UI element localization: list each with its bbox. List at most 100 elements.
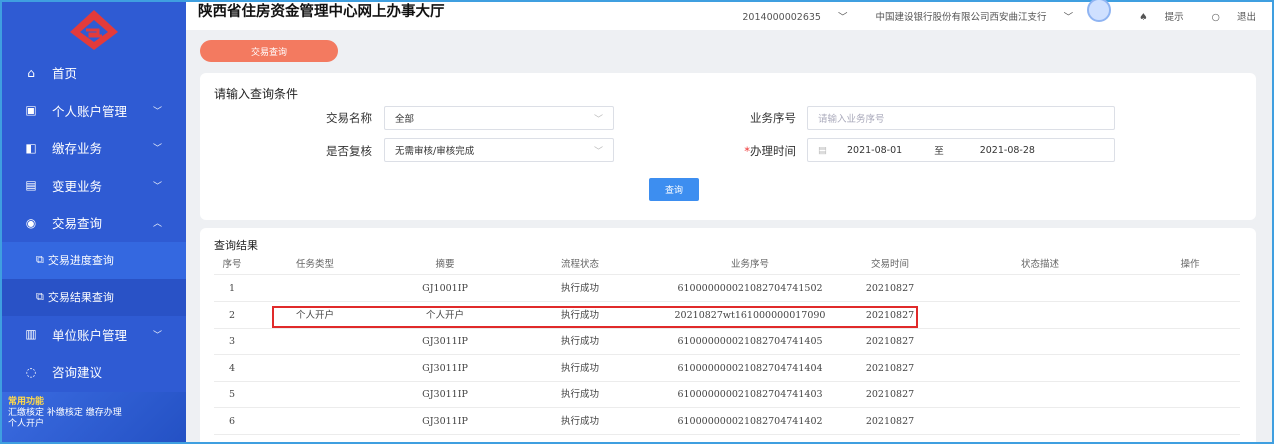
table-cell [260, 382, 370, 408]
menu-item-consult[interactable]: ◌ 咨询建议 [2, 353, 186, 391]
date-label-text: 办理时间 [750, 144, 796, 158]
header: 陕西省住房资金管理中心网上办事大厅 2014000002635 ﹀ 中国建设银行… [186, 0, 1272, 30]
chevron-down-icon: ﹀ [593, 114, 603, 125]
bell-icon: ♠ [1139, 12, 1148, 23]
table-cell: 执行成功 [560, 389, 599, 400]
query-panel: 请输入查询条件 交易名称 全部 ﹀ 是否复核 无需审核/审核完成 ﹀ 业务序号 … [200, 73, 1256, 220]
date-separator: 至 [934, 146, 944, 157]
table-cell: 执行成功 [560, 362, 599, 374]
table-cell: 610000000021082704741403 [677, 389, 823, 400]
date-to[interactable]: 2021-08-28 [980, 145, 1035, 156]
table-cell [1160, 303, 1220, 329]
account-dropdown[interactable]: 2014000002635 ﹀ [728, 9, 847, 23]
table-cell [1160, 356, 1220, 382]
menu-item-unit-account[interactable]: ▥ 单位账户管理 ﹀ [2, 316, 186, 354]
chevron-down-icon: ﹀ [1063, 12, 1074, 23]
table-cell: 1 [228, 283, 236, 294]
table-cell [260, 409, 370, 435]
results-panel: 查询结果 序号 任务类型 摘要 流程状态 业务序号 交易时间 状态描述 操作 1… [200, 228, 1256, 442]
table-cell: 20210827 [865, 362, 915, 374]
header-divider [214, 274, 1240, 275]
common-link-open-account[interactable]: 个人开户 [8, 419, 180, 430]
logout-label: 退出 [1236, 12, 1256, 23]
chevron-down-icon: ﹀ [152, 106, 162, 117]
chat-icon: ◌ [25, 364, 37, 379]
search-icon: ◉ [25, 215, 37, 230]
serial-input[interactable]: 请输入业务序号 [807, 106, 1115, 130]
calendar-icon: ▤ [818, 144, 827, 156]
table-cell: 610000000021082704741502 [677, 283, 823, 294]
table-cell: 20210827 [865, 415, 915, 427]
menu-label: 交易查询 [52, 216, 103, 232]
date-from[interactable]: 2021-08-01 [847, 145, 902, 156]
menu-label: 变更业务 [52, 178, 103, 194]
serial-placeholder: 请输入业务序号 [818, 114, 885, 125]
bank-dropdown[interactable]: 中国建设银行股份有限公司西安曲江支行 ﹀ [862, 9, 1074, 23]
table-cell: 20210827 [865, 389, 915, 400]
table-cell: 2 [228, 309, 236, 321]
table-cell [260, 329, 370, 355]
menu-label: 咨询建议 [52, 365, 103, 381]
table-cell: GJ3011IP [422, 415, 468, 427]
submenu: ⧉ 交易进度查询 ⧉ 交易结果查询 [2, 241, 186, 316]
common-title: 常用功能 [8, 397, 45, 407]
menu-item-home[interactable]: ⌂ 首页 [2, 54, 186, 92]
logout-button[interactable]: ○ 退出 [1198, 9, 1256, 23]
header-right: 2014000002635 ﹀ 中国建设银行股份有限公司西安曲江支行 ﹀ ♠ 提… [714, 0, 1256, 30]
table-cell [970, 276, 1110, 302]
review-value: 无需审核/审核完成 [395, 146, 475, 157]
table-cell [260, 356, 370, 382]
account-number: 2014000002635 [742, 12, 821, 23]
menu-item-trade-query[interactable]: ◉ 交易查询 ︿ [2, 204, 186, 242]
clipboard-icon: ▤ [25, 178, 37, 193]
menu-label: 首页 [52, 66, 78, 82]
query-title: 请输入查询条件 [214, 87, 299, 101]
tab-trade-query[interactable]: 交易查询 [200, 40, 338, 62]
document-list-icon: ⧉ [36, 290, 44, 303]
trade-name-select[interactable]: 全部 ﹀ [384, 106, 614, 130]
trade-name-label: 交易名称 [326, 111, 372, 125]
column-header: 任务类型 [295, 259, 334, 270]
table-cell [970, 382, 1110, 408]
submenu-item-result[interactable]: ⧉ 交易结果查询 [2, 279, 186, 316]
query-button[interactable]: 查询 [649, 178, 699, 201]
trade-name-value: 全部 [395, 114, 415, 125]
column-header: 流程状态 [560, 259, 599, 270]
table-cell: 3 [228, 336, 236, 347]
review-label: 是否复核 [326, 144, 372, 158]
document-search-icon: ⧉ [36, 253, 44, 266]
date-range-picker[interactable]: ▤ 2021-08-01 至 2021-08-28 [807, 138, 1115, 162]
table-cell: 执行成功 [560, 336, 599, 347]
review-select[interactable]: 无需审核/审核完成 ﹀ [384, 138, 614, 162]
avatar[interactable] [1087, 0, 1112, 22]
tips-button[interactable]: ♠ 提示 [1125, 9, 1184, 23]
table-row[interactable]: 1 GJ1001IP 执行成功 610000000021082704741502 202… [214, 276, 1240, 302]
table-cell: 6 [228, 415, 236, 427]
common-links[interactable]: 汇缴核定 补缴核定 缴存办理 [8, 408, 180, 419]
table-cell [970, 303, 1110, 329]
menu-item-change[interactable]: ▤ 变更业务 ﹀ [2, 167, 186, 205]
menu-item-personal-account[interactable]: ▣ 个人账户管理 ﹀ [2, 92, 186, 130]
submenu-item-progress[interactable]: ⧉ 交易进度查询 [2, 241, 186, 279]
table-cell [1160, 276, 1220, 302]
wallet-icon: ▣ [25, 103, 37, 118]
menu-label: 个人账户管理 [52, 103, 128, 119]
chevron-down-icon: ﹀ [838, 12, 848, 23]
column-header: 序号 [222, 259, 242, 270]
table-cell: 执行成功 [560, 283, 599, 294]
table-cell: GJ3011IP [422, 362, 468, 374]
submenu-label: 交易结果查询 [47, 291, 114, 304]
tab-bar: 交易查询 [186, 30, 1272, 66]
menu-item-deposit[interactable]: ◧ 缴存业务 ﹀ [2, 129, 186, 167]
deposit-icon: ◧ [25, 140, 37, 155]
table-row[interactable]: 4 GJ3011IP 执行成功 610000000021082704741404 202… [214, 356, 1240, 382]
submenu-label: 交易进度查询 [47, 254, 114, 267]
table-cell: 20210827 [865, 283, 915, 294]
building-icon: ▥ [25, 327, 37, 342]
table-cell: GJ3011IP [422, 336, 468, 347]
table-row[interactable]: 3 GJ3011IP 执行成功 610000000021082704741405 202… [214, 329, 1240, 355]
table-row[interactable]: 5 GJ3011IP 执行成功 610000000021082704741403 202… [214, 382, 1240, 408]
table-row[interactable]: 6 GJ3011IP 执行成功 610000000021082704741402 202… [214, 409, 1240, 435]
sidebar: ⌂ 首页 ▣ 个人账户管理 ﹀ ◧ 缴存业务 ﹀ ▤ 变更业务 ﹀ ◉ 交易查询… [2, 2, 186, 442]
column-header: 业务序号 [730, 259, 769, 270]
